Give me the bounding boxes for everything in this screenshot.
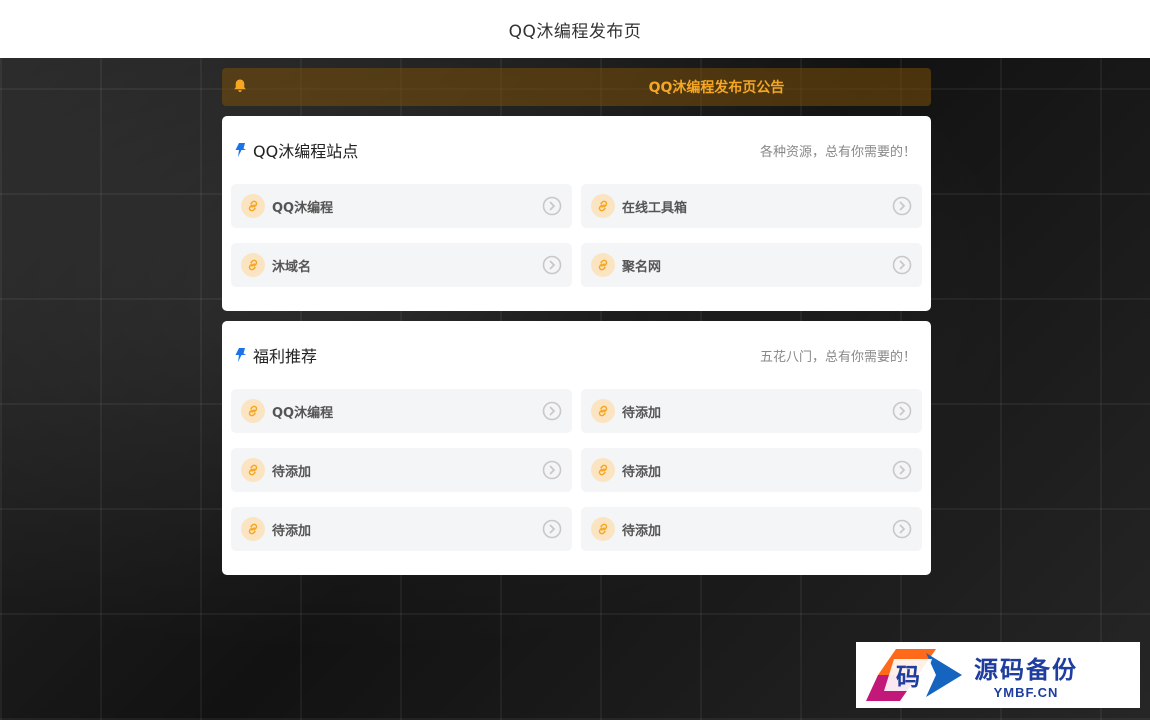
link-icon xyxy=(591,517,615,541)
link-icon xyxy=(241,517,265,541)
section-title: QQ沐编程站点 xyxy=(253,142,359,161)
notice-bar: QQ沐编程发布页公告 xyxy=(222,68,931,106)
chevron-right-circle-icon xyxy=(892,460,912,480)
link-label: 待添加 xyxy=(272,464,312,480)
link-placeholder[interactable]: 待添加 xyxy=(231,507,572,551)
link-qq-mu-biancheng[interactable]: QQ沐编程 xyxy=(231,389,572,433)
ymbf-logo-icon: 码 xyxy=(866,649,962,701)
main-container: QQ沐编程发布页公告 QQ沐编程站点 各种资源，总有你需要的！ QQ沐编程 在线… xyxy=(222,68,931,575)
chevron-right-circle-icon xyxy=(542,255,562,275)
link-mu-domain[interactable]: 沐域名 xyxy=(231,243,572,287)
link-juming[interactable]: 聚名网 xyxy=(581,243,922,287)
chevron-right-circle-icon xyxy=(892,196,912,216)
watermark-en: YMBF.CN xyxy=(993,685,1059,700)
link-placeholder[interactable]: 待添加 xyxy=(581,389,922,433)
link-label: QQ沐编程 xyxy=(272,405,334,421)
section-welfare: 福利推荐 五花八门，总有你需要的！ QQ沐编程 待添加 待添加 待添加 待添加 … xyxy=(222,321,931,575)
section-title: 福利推荐 xyxy=(253,347,318,366)
link-placeholder[interactable]: 待添加 xyxy=(581,448,922,492)
chevron-right-circle-icon xyxy=(892,401,912,421)
link-placeholder[interactable]: 待添加 xyxy=(581,507,922,551)
section-subtitle: 各种资源，总有你需要的！ xyxy=(759,144,916,160)
watermark-logo-char: 码 xyxy=(896,662,920,691)
link-icon xyxy=(241,458,265,482)
chevron-right-circle-icon xyxy=(892,255,912,275)
section-subtitle: 五花八门，总有你需要的！ xyxy=(759,349,916,365)
page-title: QQ沐编程发布页 xyxy=(508,21,642,42)
link-label: 待添加 xyxy=(622,405,662,421)
section-sites: QQ沐编程站点 各种资源，总有你需要的！ QQ沐编程 在线工具箱 沐域名 聚名网 xyxy=(222,116,931,311)
pin-icon xyxy=(235,143,246,157)
link-qq-mu-biancheng[interactable]: QQ沐编程 xyxy=(231,184,572,228)
link-label: 待添加 xyxy=(622,464,662,480)
chevron-right-circle-icon xyxy=(542,460,562,480)
section-header: 福利推荐 五花八门，总有你需要的！ xyxy=(231,321,922,389)
top-bar: QQ沐编程发布页 xyxy=(0,0,1150,58)
link-label: 待添加 xyxy=(272,523,312,539)
section-header: QQ沐编程站点 各种资源，总有你需要的！ xyxy=(231,116,922,184)
link-icon xyxy=(591,458,615,482)
link-grid: QQ沐编程 在线工具箱 沐域名 聚名网 xyxy=(231,184,922,287)
link-icon xyxy=(591,194,615,218)
pin-icon xyxy=(235,348,246,362)
link-label: 待添加 xyxy=(622,523,662,539)
link-icon xyxy=(241,194,265,218)
chevron-right-circle-icon xyxy=(542,401,562,421)
link-label: QQ沐编程 xyxy=(272,200,334,216)
link-label: 聚名网 xyxy=(622,259,662,275)
chevron-right-circle-icon xyxy=(542,196,562,216)
link-icon xyxy=(591,253,615,277)
link-icon xyxy=(591,399,615,423)
link-icon xyxy=(241,399,265,423)
notice-text: QQ沐编程发布页公告 xyxy=(648,80,785,96)
link-label: 沐域名 xyxy=(272,259,312,275)
link-label: 在线工具箱 xyxy=(622,200,688,216)
chevron-right-circle-icon xyxy=(892,519,912,539)
chevron-right-circle-icon xyxy=(542,519,562,539)
watermark-cn: 源码备份 xyxy=(974,655,1078,684)
bell-icon xyxy=(234,79,246,92)
link-grid: QQ沐编程 待添加 待添加 待添加 待添加 待添加 xyxy=(231,389,922,551)
link-online-toolbox[interactable]: 在线工具箱 xyxy=(581,184,922,228)
link-placeholder[interactable]: 待添加 xyxy=(231,448,572,492)
link-icon xyxy=(241,253,265,277)
watermark-badge: 码 源码备份 YMBF.CN xyxy=(856,642,1140,708)
